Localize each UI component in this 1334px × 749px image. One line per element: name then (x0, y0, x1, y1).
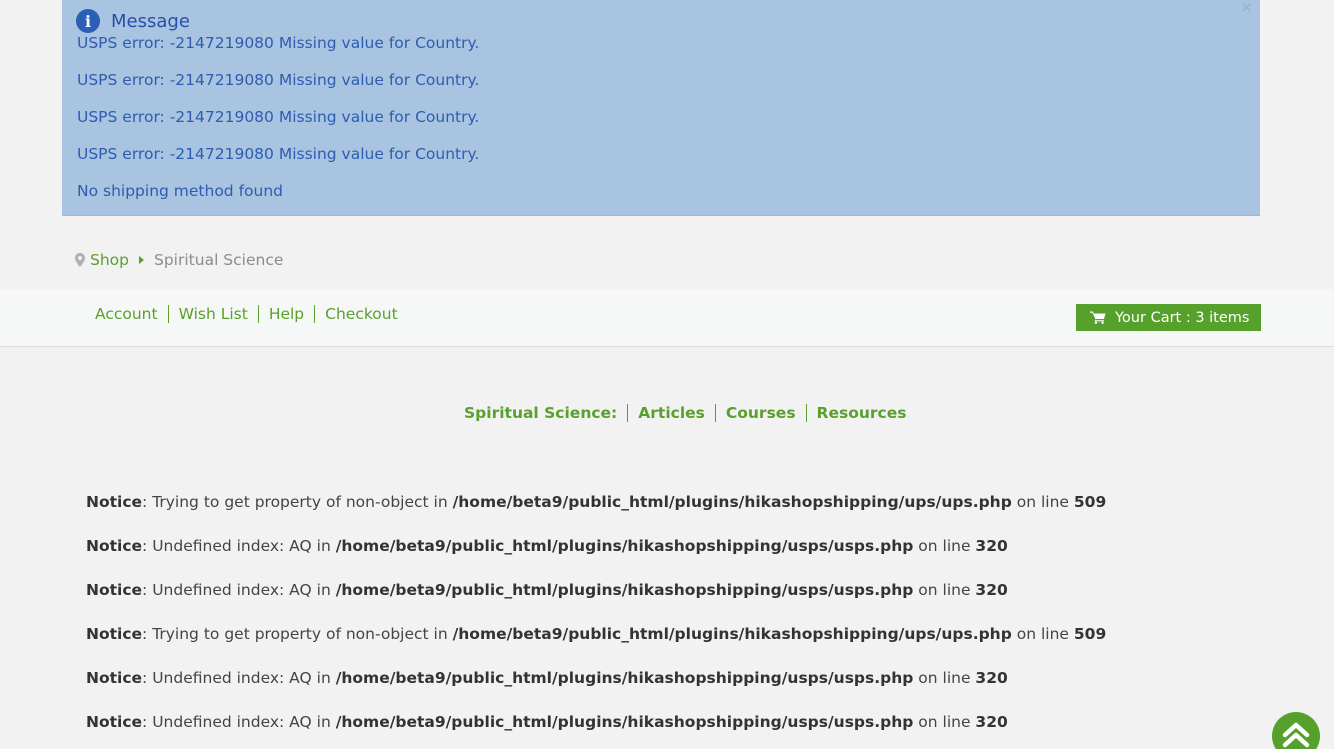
info-icon: i (76, 9, 100, 33)
category-menu: Spiritual Science: Articles Courses Reso… (464, 404, 916, 422)
breadcrumb-shop-link[interactable]: Shop (90, 251, 129, 269)
message-line: No shipping method found (77, 182, 283, 200)
cart-button[interactable]: Your Cart : 3 items (1076, 304, 1261, 331)
map-pin-icon (75, 253, 85, 267)
nav-checkout-link[interactable]: Checkout (314, 305, 408, 323)
category-articles-link[interactable]: Articles (627, 404, 715, 422)
nav-wishlist-link[interactable]: Wish List (167, 305, 258, 323)
nav-help-link[interactable]: Help (257, 305, 314, 323)
message-line: USPS error: -2147219080 Missing value fo… (77, 145, 480, 163)
message-title: Message (111, 10, 190, 32)
message-lines: USPS error: -2147219080 Missing value fo… (77, 33, 479, 218)
caret-right-icon (139, 256, 144, 264)
breadcrumb: Shop Spiritual Science (75, 251, 283, 269)
system-message: × i Message USPS error: -2147219080 Miss… (62, 0, 1260, 216)
category-menu-label: Spiritual Science: (464, 404, 618, 422)
notice-line: Notice: Undefined index: AQ in /home/bet… (86, 537, 1008, 555)
notice-line: Notice: Undefined index: AQ in /home/bet… (86, 669, 1008, 687)
scroll-to-top-button[interactable] (1272, 712, 1320, 749)
nav-account-link[interactable]: Account (95, 305, 168, 323)
message-line: USPS error: -2147219080 Missing value fo… (77, 71, 480, 89)
breadcrumb-current: Spiritual Science (154, 251, 284, 269)
category-courses-link[interactable]: Courses (714, 404, 806, 422)
message-line: USPS error: -2147219080 Missing value fo… (77, 108, 480, 126)
shopping-cart-icon (1090, 311, 1106, 324)
notice-line: Notice: Undefined index: AQ in /home/bet… (86, 581, 1008, 599)
message-header: i Message (76, 9, 190, 33)
notice-line: Notice: Trying to get property of non-ob… (86, 493, 1107, 511)
notice-line: Notice: Undefined index: AQ in /home/bet… (86, 713, 1008, 731)
notice-line: Notice: Trying to get property of non-ob… (86, 625, 1107, 643)
top-nav-bar: Account Wish List Help Checkout Your Car… (0, 289, 1334, 347)
category-resources-link[interactable]: Resources (805, 404, 917, 422)
account-links: Account Wish List Help Checkout (95, 305, 408, 323)
cart-label: Your Cart : 3 items (1115, 309, 1250, 326)
php-notices: Notice: Trying to get property of non-ob… (86, 492, 1106, 749)
message-line: USPS error: -2147219080 Missing value fo… (77, 34, 480, 52)
message-close-button[interactable]: × (1240, 0, 1253, 15)
chevron-double-up-icon (1282, 722, 1310, 748)
